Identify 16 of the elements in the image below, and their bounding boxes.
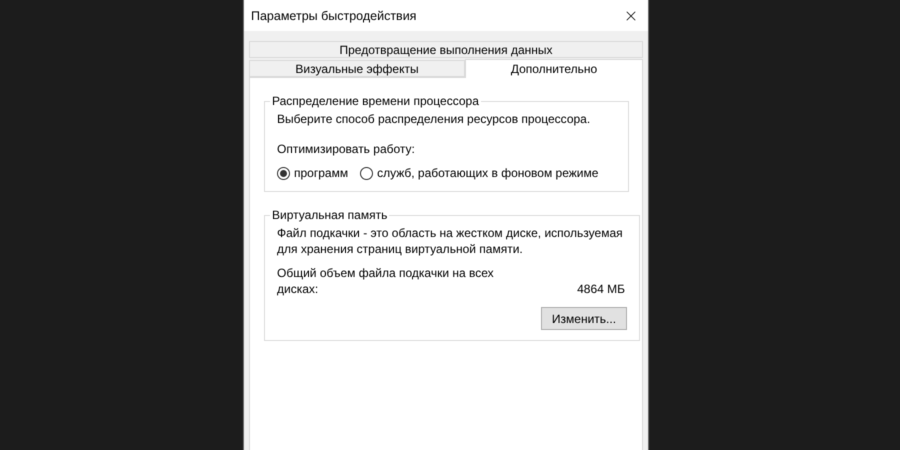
total-value: 4864 МБ <box>577 281 625 297</box>
tab[interactable]: Визуальные эффекты <box>249 60 465 77</box>
description-text: Файл подкачки - это область на жестком диске, используемая для хранения страниц виртуальной памяти. <box>277 225 624 257</box>
prompt-label: Оптимизировать работу: <box>277 141 416 157</box>
radio-button[interactable] <box>277 166 290 180</box>
option-label[interactable]: служб, работающих в фоновом режиме <box>377 165 598 181</box>
group-title: Распределение времени процессора <box>271 94 480 108</box>
window-title: Параметры быстродействия <box>251 8 416 22</box>
group-title: Виртуальная память <box>271 208 388 222</box>
option-label[interactable]: программ <box>294 165 348 181</box>
tab[interactable]: Предотвращение выполнения данных <box>249 41 643 58</box>
tab[interactable]: Дополнительно <box>465 59 643 78</box>
description-text: Выберите способ распределения ресурсов процессора. <box>277 111 592 127</box>
total-label: Общий объем файла подкачки на всех дисках: <box>277 265 495 297</box>
radio-button[interactable] <box>360 166 374 180</box>
change-button[interactable]: Изменить... <box>541 307 627 330</box>
